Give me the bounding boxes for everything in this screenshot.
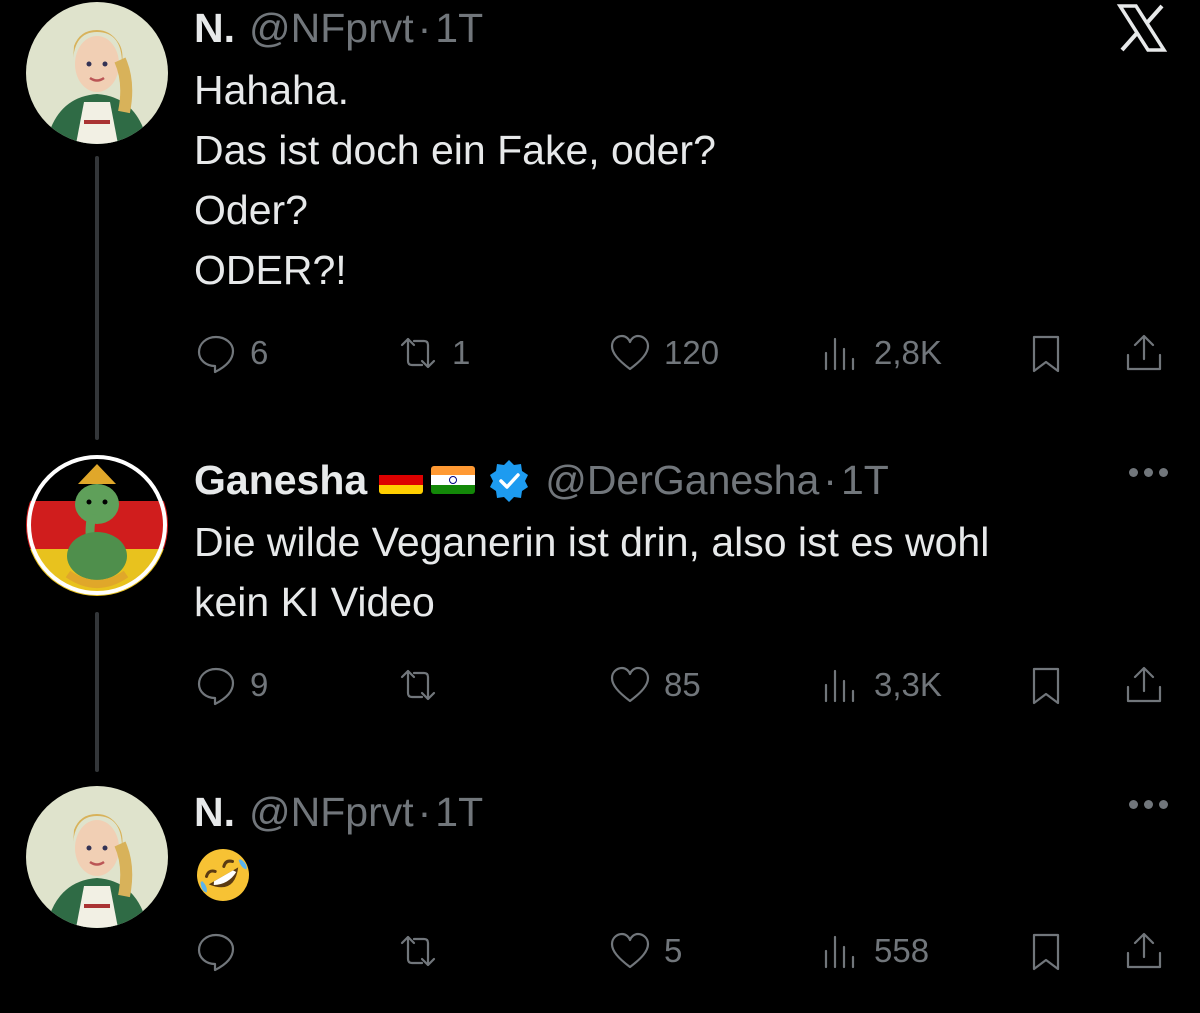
views-button[interactable]: 3,3K	[818, 660, 942, 710]
retweet-button[interactable]	[396, 660, 452, 710]
heart-icon	[610, 932, 650, 969]
retweet-icon	[400, 935, 436, 967]
bookmark-button[interactable]	[1024, 926, 1068, 976]
heart-icon	[610, 666, 650, 703]
tweet-actions: 6 1 120 2,8K	[194, 328, 1168, 378]
tweet-text-line: Hahaha.	[194, 67, 350, 113]
tweet-text-line: ODER?!	[194, 247, 347, 293]
tweet-text-line: Die wilde Veganerin ist drin, also ist e…	[194, 519, 990, 565]
flag-germany-icon	[379, 466, 424, 494]
reply-icon	[197, 335, 235, 374]
thread-line	[95, 612, 99, 772]
share-icon	[1126, 334, 1162, 371]
tweet-text-line: Das ist doch ein Fake, oder?	[194, 127, 716, 173]
tweet-text-line: kein KI Video	[194, 579, 435, 625]
bookmark-button[interactable]	[1024, 660, 1068, 710]
display-name[interactable]: N.	[194, 5, 235, 52]
rolling-on-floor-laughing-emoji-icon	[197, 849, 249, 901]
reply-button[interactable]: 6	[194, 328, 268, 378]
bookmark-icon	[1032, 667, 1060, 705]
tweet-header: N. @NFprvt · 1T	[194, 2, 1168, 54]
timestamp[interactable]: 1T	[435, 789, 483, 836]
reply-button[interactable]: 9	[194, 660, 268, 710]
share-button[interactable]	[1122, 660, 1166, 710]
bookmark-icon	[1032, 335, 1060, 373]
views-chart-icon	[824, 669, 855, 703]
share-button[interactable]	[1122, 328, 1166, 378]
user-handle[interactable]: @NFprvt	[249, 5, 414, 52]
like-count: 85	[664, 666, 701, 703]
retweet-button[interactable]	[396, 926, 452, 976]
views-chart-icon	[824, 337, 855, 371]
name-flags	[379, 466, 476, 494]
retweet-count: 1	[452, 334, 471, 371]
share-icon	[1126, 666, 1162, 703]
views-chart-icon	[824, 935, 855, 969]
separator-dot: ·	[417, 4, 432, 51]
views-button[interactable]: 558	[818, 926, 929, 976]
timestamp[interactable]: 1T	[435, 5, 483, 52]
share-button[interactable]	[1122, 926, 1166, 976]
separator-dot: ·	[417, 788, 432, 835]
bookmark-icon	[1032, 933, 1060, 971]
user-handle[interactable]: @DerGanesha	[545, 457, 819, 504]
user-handle[interactable]: @NFprvt	[249, 789, 414, 836]
avatar[interactable]	[26, 2, 168, 144]
woman-in-dirndl-avatar-icon	[26, 786, 168, 928]
avatar[interactable]	[26, 454, 168, 596]
avatar[interactable]	[26, 786, 168, 928]
display-name[interactable]: N.	[194, 789, 235, 836]
like-button[interactable]: 85	[608, 660, 701, 710]
tweet-actions: 9 85 3,3K	[194, 660, 1168, 710]
tweet-text-line: Oder?	[194, 187, 308, 233]
woman-in-dirndl-avatar-icon	[26, 2, 168, 144]
views-count: 3,3K	[874, 666, 942, 703]
more-options-icon[interactable]	[1129, 786, 1168, 809]
reply-count: 9	[250, 666, 269, 703]
like-button[interactable]: 120	[608, 328, 719, 378]
like-count: 120	[664, 334, 720, 371]
retweet-icon	[400, 669, 436, 701]
display-name[interactable]: Ganesha	[194, 457, 367, 504]
bookmark-button[interactable]	[1024, 328, 1068, 378]
more-options-icon[interactable]	[1129, 454, 1168, 477]
separator-dot: ·	[823, 456, 837, 503]
views-count: 558	[874, 932, 930, 969]
tweet-text: Die wilde Veganerin ist drin, also ist e…	[194, 512, 1168, 632]
retweet-button[interactable]: 1	[396, 328, 470, 378]
timestamp[interactable]: 1T	[841, 457, 889, 504]
like-button[interactable]: 5	[608, 926, 682, 976]
flag-india-icon	[431, 466, 476, 494]
heart-icon	[610, 334, 650, 371]
views-button[interactable]: 2,8K	[818, 328, 942, 378]
reply-button[interactable]	[194, 926, 250, 976]
tweet-header: N. @NFprvt · 1T	[194, 786, 1168, 838]
reply-icon	[197, 667, 235, 706]
ganesha-avatar-icon	[26, 454, 168, 596]
like-count: 5	[664, 932, 683, 969]
tweet-header: Ganesha @DerGanesha · 1T	[194, 454, 1168, 506]
reply-icon	[197, 933, 235, 972]
views-count: 2,8K	[874, 334, 942, 371]
tweet-text: Hahaha. Das ist doch ein Fake, oder? Ode…	[194, 60, 1168, 300]
share-icon	[1126, 932, 1162, 969]
tweet-actions: 5 558	[194, 926, 1168, 976]
retweet-icon	[400, 337, 436, 369]
thread-line	[95, 156, 99, 440]
verified-badge-icon[interactable]	[487, 458, 531, 502]
reply-count: 6	[250, 334, 269, 371]
